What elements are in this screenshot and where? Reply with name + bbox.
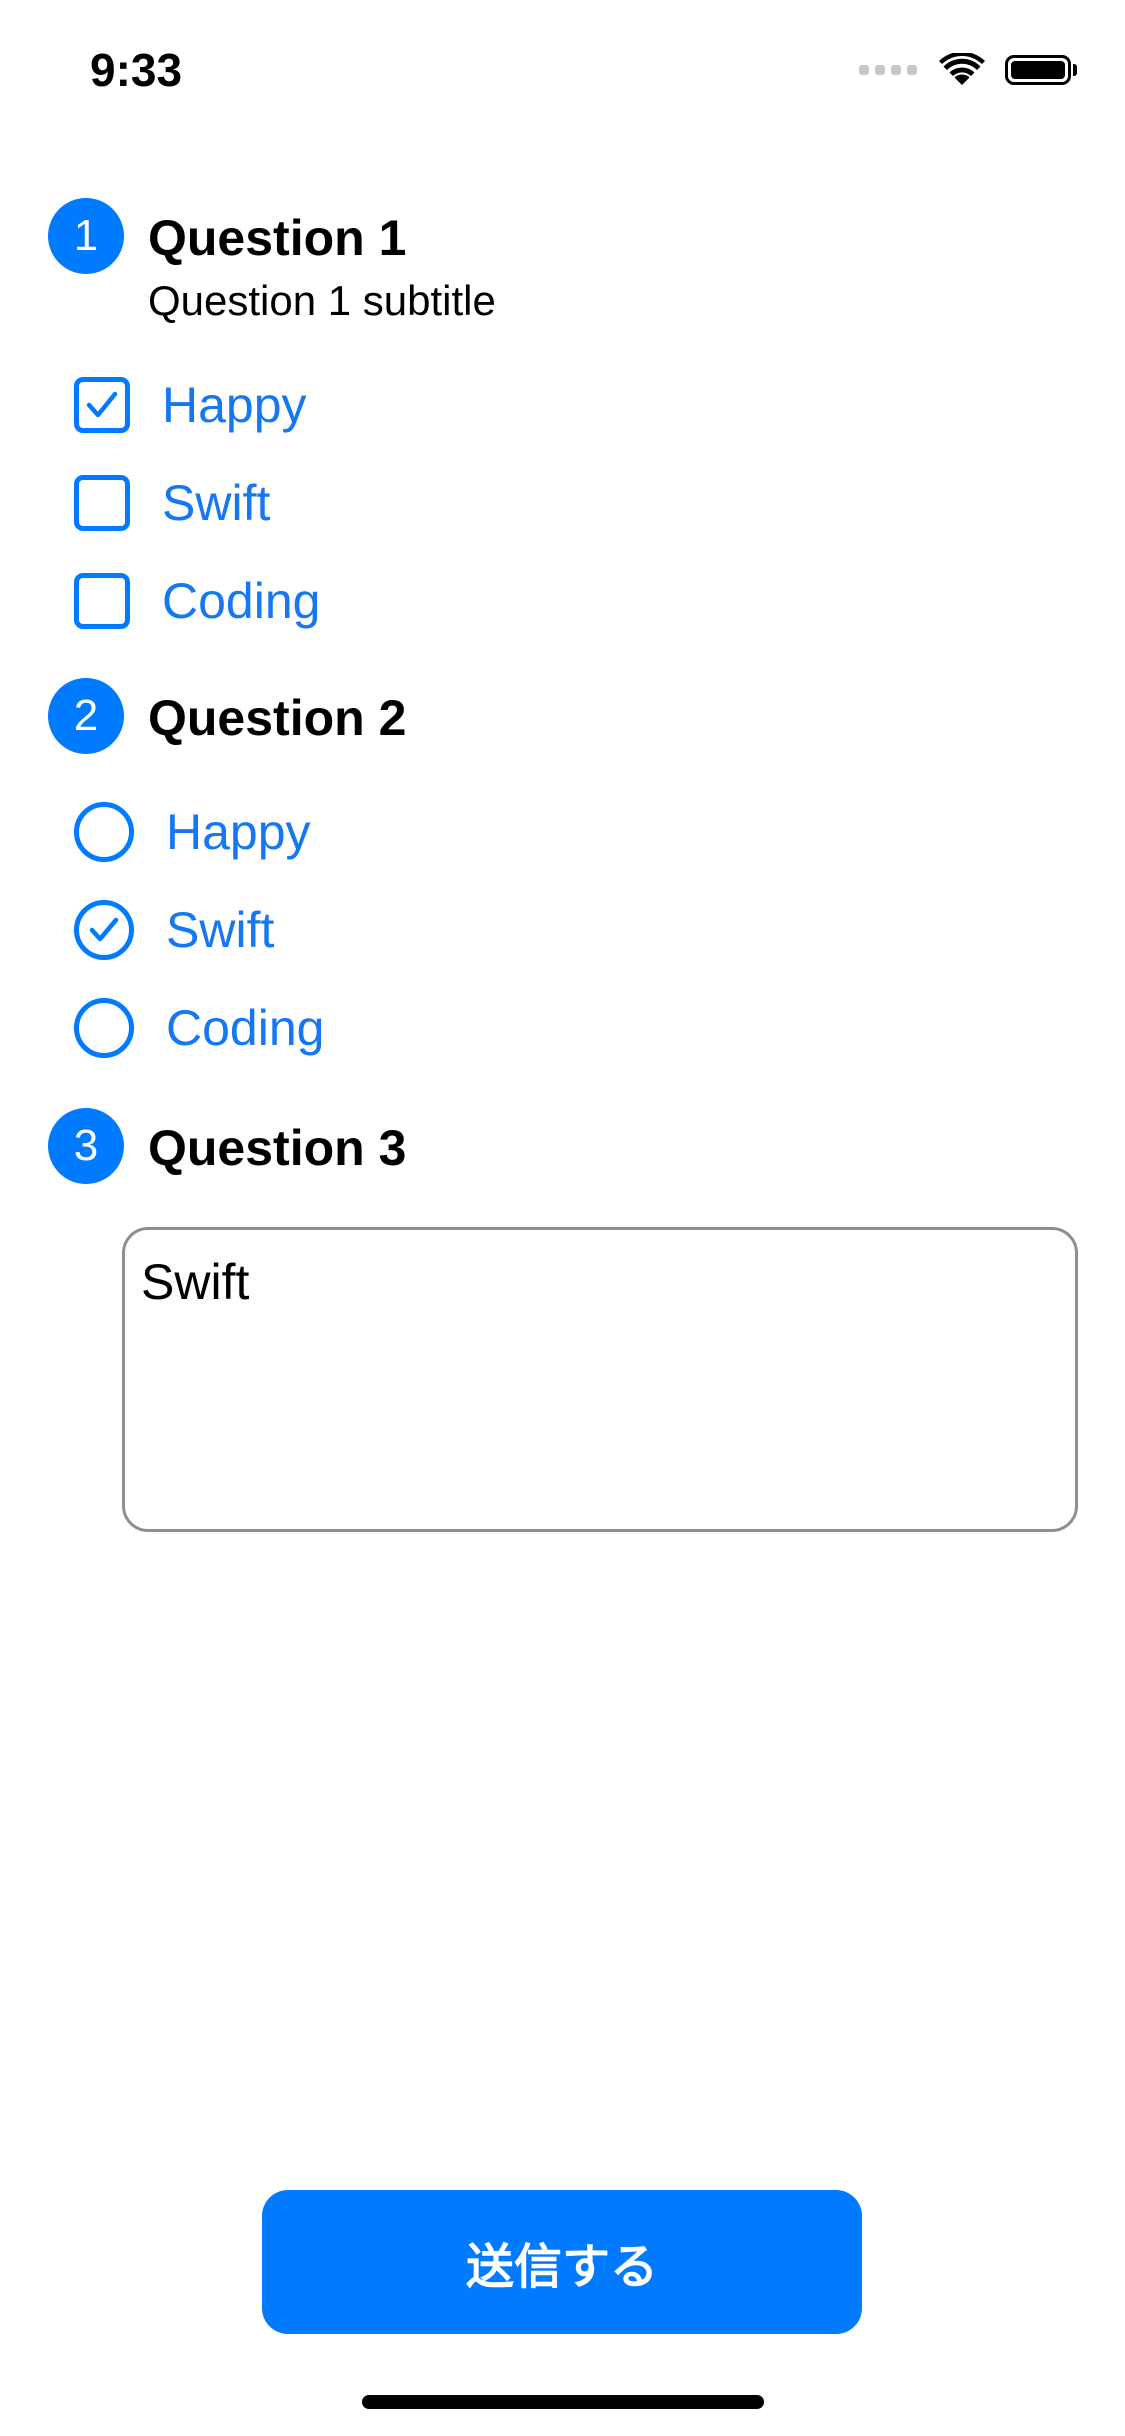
- submit-button[interactable]: 送信する: [262, 2190, 862, 2334]
- battery-full-icon: [1005, 55, 1077, 85]
- option-label: Happy: [162, 377, 307, 433]
- option-label: Coding: [166, 1000, 325, 1056]
- radio-unselected-icon[interactable]: [74, 802, 134, 862]
- option-label: Happy: [166, 804, 311, 860]
- home-indicator[interactable]: [362, 2395, 764, 2409]
- checkbox-unchecked-icon[interactable]: [74, 475, 130, 531]
- question-title: Question 1: [148, 210, 407, 266]
- wifi-icon: [939, 53, 985, 85]
- option-label: Swift: [166, 902, 275, 958]
- answer-textarea[interactable]: Swift: [122, 1227, 1078, 1532]
- radio-unselected-icon[interactable]: [74, 998, 134, 1058]
- question-number-badge: 3: [48, 1108, 124, 1184]
- question-number-badge: 1: [48, 198, 124, 274]
- status-indicators: [859, 50, 1077, 90]
- question-3: 3 Question 3: [48, 1108, 1077, 1188]
- checkbox-option-happy[interactable]: Happy: [74, 370, 307, 440]
- status-time: 9:33: [90, 44, 183, 96]
- question-subtitle: Question 1 subtitle: [148, 277, 496, 324]
- option-label: Swift: [162, 475, 271, 531]
- question-1: 1 Question 1 Question 1 subtitle: [48, 198, 1077, 324]
- checkbox-checked-icon[interactable]: [74, 377, 130, 433]
- checkbox-unchecked-icon[interactable]: [74, 573, 130, 629]
- question-2: 2 Question 2: [48, 678, 1077, 758]
- question-number-badge: 2: [48, 678, 124, 754]
- radio-selected-check-icon[interactable]: [74, 900, 134, 960]
- question-title: Question 3: [148, 1120, 407, 1176]
- checkbox-option-swift[interactable]: Swift: [74, 468, 270, 538]
- option-label: Coding: [162, 573, 321, 629]
- question-title: Question 2: [148, 690, 407, 746]
- radio-option-happy[interactable]: Happy: [74, 797, 311, 867]
- checkbox-option-coding[interactable]: Coding: [74, 566, 320, 636]
- survey-screen: 9:33 1 Question 1 Question 1 subtitle Ha…: [0, 0, 1125, 2436]
- radio-option-coding[interactable]: Coding: [74, 993, 324, 1063]
- radio-option-swift[interactable]: Swift: [74, 895, 274, 965]
- signal-dots-icon: [859, 65, 917, 75]
